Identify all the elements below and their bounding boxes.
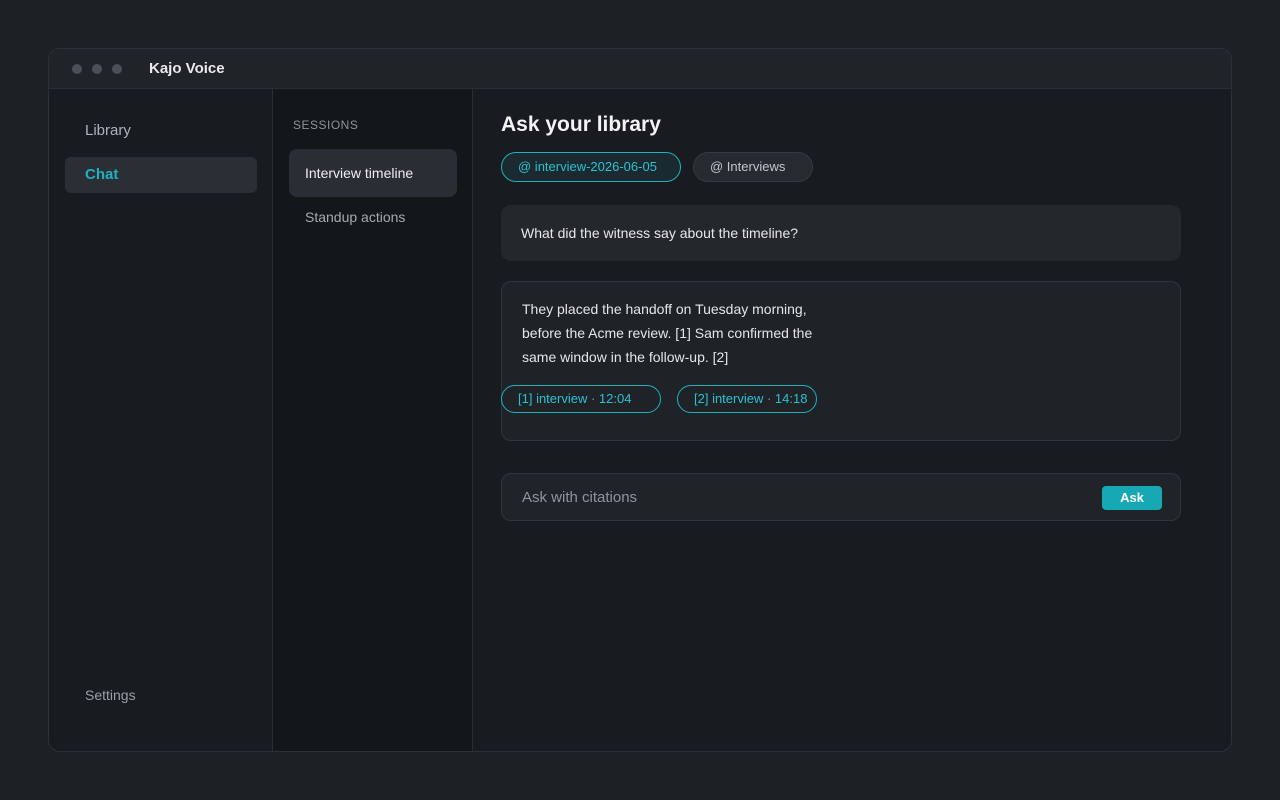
close-window-dot[interactable] — [72, 64, 82, 74]
citation-chip-1[interactable]: [1] interview · 12:04 — [501, 385, 661, 413]
ask-composer: Ask — [501, 473, 1181, 521]
sidebar-item-library[interactable]: Library — [65, 113, 257, 149]
ask-button[interactable]: Ask — [1102, 486, 1162, 510]
sessions-panel: SESSIONS Interview timeline Standup acti… — [273, 89, 473, 751]
page-title: Ask your library — [501, 113, 661, 136]
answer-text: They placed the handoff on Tuesday morni… — [522, 301, 813, 365]
app-window: Kajo Voice Library Chat Settings SESSION… — [48, 48, 1232, 752]
sidebar-item-chat[interactable]: Chat — [65, 157, 257, 193]
sidebar-item-label: Chat — [85, 166, 119, 183]
user-question-message: What did the witness say about the timel… — [501, 205, 1181, 261]
assistant-answer-message: They placed the handoff on Tuesday morni… — [501, 281, 1181, 441]
session-item-interview-timeline[interactable]: Interview timeline — [289, 149, 457, 197]
minimize-window-dot[interactable] — [92, 64, 102, 74]
scope-chip-interview-2026-06-05[interactable]: @ interview-2026-06-05 — [501, 152, 681, 182]
sidebar-item-settings[interactable]: Settings — [85, 687, 136, 703]
session-item-standup-actions[interactable]: Standup actions — [289, 193, 457, 241]
chat-main: Ask your library @ interview-2026-06-05 … — [473, 89, 1231, 751]
sessions-heading: SESSIONS — [293, 118, 359, 132]
session-item-label: Standup actions — [305, 209, 406, 225]
ask-input[interactable] — [503, 475, 1083, 519]
citation-chip-2[interactable]: [2] interview · 14:18 — [677, 385, 817, 413]
app-title: Kajo Voice — [149, 60, 225, 77]
session-item-label: Interview timeline — [305, 165, 414, 181]
primary-sidebar: Library Chat Settings — [49, 89, 273, 751]
scope-chip-interviews[interactable]: @ Interviews — [693, 152, 813, 182]
title-bar: Kajo Voice — [49, 49, 1231, 89]
sidebar-item-label: Library — [85, 122, 131, 139]
maximize-window-dot[interactable] — [112, 64, 122, 74]
question-text: What did the witness say about the timel… — [521, 225, 799, 241]
